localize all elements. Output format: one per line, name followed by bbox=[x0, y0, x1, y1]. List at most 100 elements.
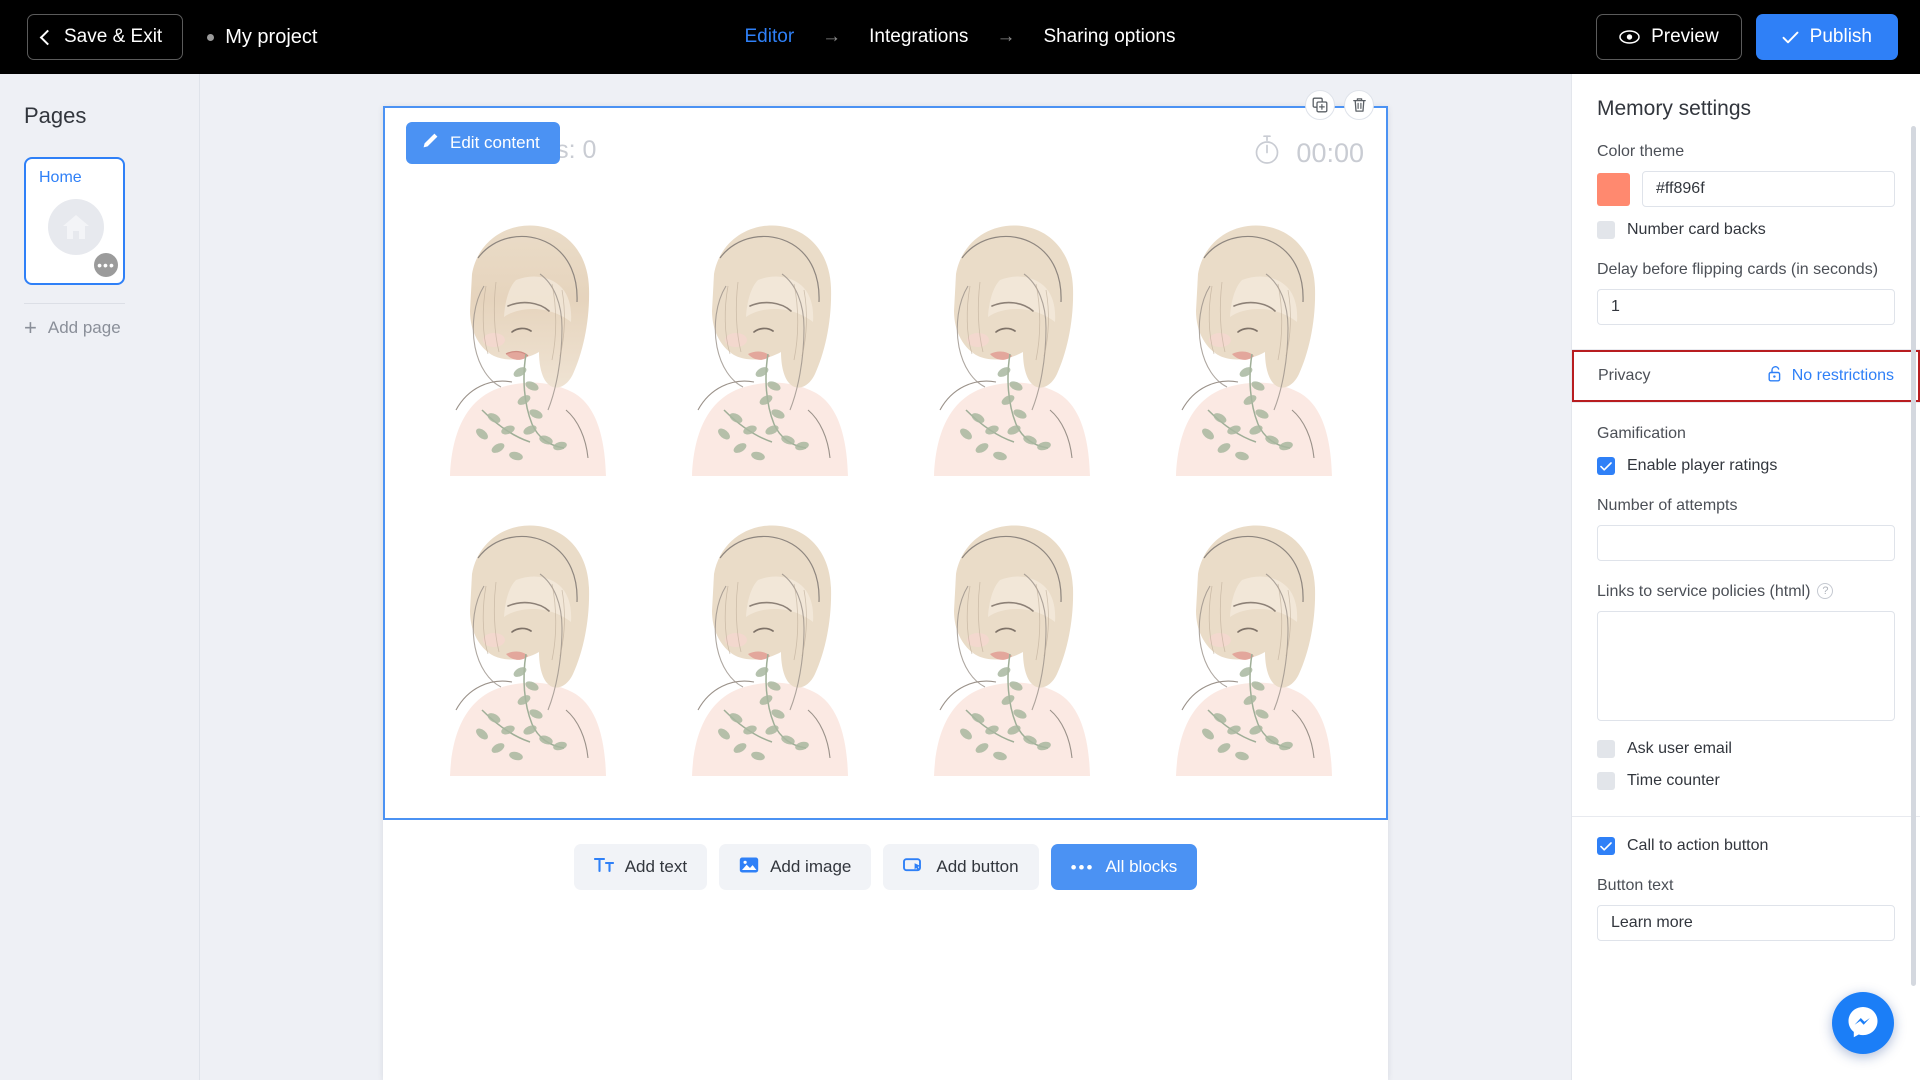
ask-user-email-checkbox[interactable]: Ask user email bbox=[1597, 740, 1895, 758]
messenger-icon bbox=[1846, 1004, 1880, 1043]
settings-panel-scrollbar[interactable] bbox=[1911, 126, 1916, 986]
pages-sidebar: Pages Home ••• + Add page bbox=[0, 74, 200, 1080]
checkbox-checked-icon bbox=[1597, 837, 1615, 855]
panel-divider-3 bbox=[1572, 816, 1920, 817]
plus-icon: + bbox=[24, 315, 37, 340]
privacy-value[interactable]: No restrictions bbox=[1768, 365, 1894, 387]
links-policies-textarea[interactable] bbox=[1597, 611, 1895, 721]
breadcrumb-item-integrations[interactable]: Integrations bbox=[869, 26, 968, 48]
add-image-button[interactable]: Add image bbox=[719, 844, 872, 890]
links-policies-label: Links to service policies (html)? bbox=[1597, 583, 1895, 601]
project-name[interactable]: My project bbox=[207, 26, 317, 49]
trash-icon[interactable] bbox=[1344, 90, 1374, 120]
stopwatch-icon bbox=[1253, 134, 1281, 172]
call-to-action-checkbox[interactable]: Call to action button bbox=[1597, 837, 1895, 855]
settings-panel: Memory settings Color theme Number card … bbox=[1571, 74, 1920, 1080]
memory-card[interactable] bbox=[643, 204, 885, 504]
breadcrumb: Editor → Integrations → Sharing options bbox=[745, 26, 1176, 48]
page-card-label: Home bbox=[39, 169, 82, 186]
gamification-section: Gamification Enable player ratings Numbe… bbox=[1572, 425, 1920, 790]
memory-card[interactable] bbox=[401, 504, 643, 804]
memory-card[interactable] bbox=[401, 204, 643, 504]
block-tools bbox=[1305, 90, 1374, 120]
editor-canvas: Moves: 0 00:00 bbox=[200, 74, 1571, 1080]
save-and-exit-label: Save & Exit bbox=[64, 26, 163, 47]
top-bar-actions: Preview Publish bbox=[1596, 14, 1898, 60]
help-icon[interactable]: ? bbox=[1817, 583, 1834, 599]
checkbox-unchecked-icon bbox=[1597, 772, 1615, 790]
memory-cards-grid bbox=[385, 200, 1386, 818]
number-card-backs-label: Number card backs bbox=[1627, 221, 1766, 238]
add-button-label: Add button bbox=[936, 857, 1019, 876]
color-swatch[interactable] bbox=[1597, 172, 1630, 206]
number-of-attempts-label: Number of attempts bbox=[1597, 497, 1738, 514]
check-icon bbox=[1782, 31, 1799, 44]
add-image-label: Add image bbox=[770, 857, 852, 876]
eye-icon bbox=[1619, 30, 1640, 44]
checkbox-checked-icon bbox=[1597, 457, 1615, 475]
save-and-exit-button[interactable]: Save & Exit bbox=[27, 14, 184, 60]
memory-card[interactable] bbox=[1128, 504, 1370, 804]
add-block-toolbar: Add text Add image Add button ••• All bl… bbox=[383, 844, 1388, 890]
button-text-input[interactable] bbox=[1597, 905, 1895, 941]
messenger-chat-button[interactable] bbox=[1832, 992, 1894, 1054]
breadcrumb-arrow-icon: → bbox=[822, 26, 842, 47]
number-of-attempts-input[interactable] bbox=[1597, 525, 1895, 561]
preview-label: Preview bbox=[1651, 26, 1719, 47]
memory-card[interactable] bbox=[643, 504, 885, 804]
edit-content-label: Edit content bbox=[450, 133, 540, 152]
project-name-label: My project bbox=[225, 25, 318, 48]
breadcrumb-item-sharing-options[interactable]: Sharing options bbox=[1043, 26, 1175, 48]
ask-user-email-label: Ask user email bbox=[1627, 740, 1732, 757]
color-theme-label: Color theme bbox=[1597, 143, 1685, 160]
pencil-icon bbox=[422, 132, 439, 154]
image-icon bbox=[739, 856, 759, 879]
color-hex-input[interactable] bbox=[1642, 171, 1895, 207]
privacy-row[interactable]: Privacy No restrictions bbox=[1572, 350, 1920, 402]
privacy-label: Privacy bbox=[1598, 367, 1651, 384]
all-blocks-button[interactable]: ••• All blocks bbox=[1050, 844, 1198, 890]
preview-button[interactable]: Preview bbox=[1596, 14, 1742, 60]
duplicate-icon[interactable] bbox=[1305, 90, 1335, 120]
button-icon bbox=[903, 857, 925, 878]
add-text-label: Add text bbox=[624, 857, 688, 876]
memory-card[interactable] bbox=[1128, 204, 1370, 504]
sidebar-page-card-home[interactable]: Home ••• bbox=[24, 157, 125, 285]
timer-value: 00:00 bbox=[1296, 137, 1364, 168]
edit-content-button[interactable]: Edit content bbox=[406, 122, 560, 164]
memory-card[interactable] bbox=[886, 204, 1128, 504]
panel-divider-2 bbox=[1572, 402, 1920, 403]
checkbox-unchecked-icon bbox=[1597, 221, 1615, 239]
delay-input[interactable] bbox=[1597, 289, 1895, 325]
delay-label: Delay before flipping cards (in seconds) bbox=[1597, 261, 1879, 278]
text-icon bbox=[593, 857, 614, 878]
privacy-value-label: No restrictions bbox=[1791, 367, 1894, 384]
memory-game-header: Moves: 0 00:00 bbox=[385, 90, 1386, 200]
page-card-more-button[interactable]: ••• bbox=[94, 253, 118, 277]
enable-player-ratings-checkbox[interactable]: Enable player ratings bbox=[1597, 457, 1895, 475]
call-to-action-label: Call to action button bbox=[1627, 837, 1769, 854]
add-page-label: Add page bbox=[47, 318, 121, 337]
breadcrumb-item-editor[interactable]: Editor bbox=[745, 26, 795, 48]
time-counter-label: Time counter bbox=[1627, 772, 1720, 789]
memory-game-block[interactable]: Moves: 0 00:00 bbox=[383, 90, 1388, 820]
unlock-icon bbox=[1768, 365, 1783, 387]
color-theme-section: Color theme Number card backs Delay befo… bbox=[1572, 143, 1920, 325]
status-dot-icon bbox=[207, 33, 215, 41]
pages-title: Pages bbox=[24, 103, 87, 128]
add-button-button[interactable]: Add button bbox=[883, 844, 1039, 890]
timer: 00:00 bbox=[1253, 134, 1364, 172]
gamification-title: Gamification bbox=[1597, 425, 1686, 442]
links-policies-text: Links to service policies (html) bbox=[1597, 583, 1811, 600]
breadcrumb-arrow-icon-2: → bbox=[996, 26, 1016, 47]
add-text-button[interactable]: Add text bbox=[573, 844, 708, 890]
button-text-label: Button text bbox=[1597, 877, 1674, 894]
publish-button[interactable]: Publish bbox=[1755, 14, 1898, 60]
sidebar-divider bbox=[24, 303, 125, 304]
time-counter-checkbox[interactable]: Time counter bbox=[1597, 772, 1895, 790]
cta-section: Call to action button Button text bbox=[1572, 837, 1920, 941]
add-page-button[interactable]: + Add page bbox=[24, 317, 199, 339]
memory-card[interactable] bbox=[886, 504, 1128, 804]
number-card-backs-checkbox[interactable]: Number card backs bbox=[1597, 221, 1895, 239]
color-theme-row bbox=[1597, 171, 1895, 207]
